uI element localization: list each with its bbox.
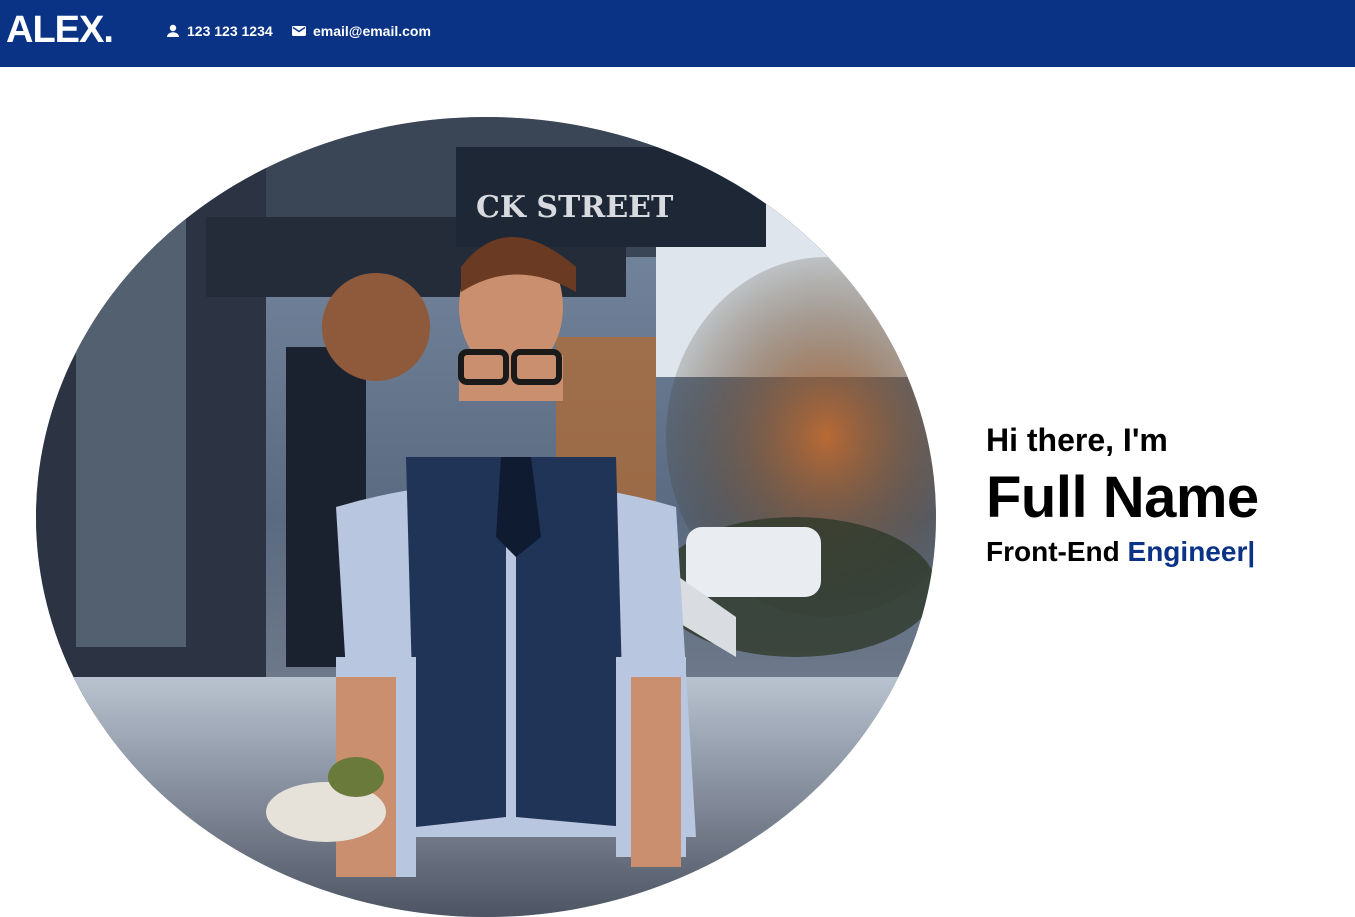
hero-intro: Hi there, I'm Full Name Front-End Engine… <box>986 420 1259 570</box>
role-line: Front-End Engineer| <box>986 534 1259 570</box>
phone-number: 123 123 1234 <box>187 23 273 39</box>
email-contact[interactable]: email@email.com <box>291 22 431 40</box>
full-name-heading: Full Name <box>986 465 1259 530</box>
role-prefix: Front-End <box>986 536 1120 567</box>
logo[interactable]: ALEX. <box>6 8 114 52</box>
svg-text:CK STREET: CK STREET <box>476 190 674 225</box>
role-highlight: Engineer| <box>1127 536 1256 567</box>
top-navbar: ALEX. 123 123 1234 email@email.com <box>0 0 1355 67</box>
email-address: email@email.com <box>313 23 431 39</box>
mail-icon <box>291 23 307 39</box>
profile-photo: CK STREET <box>36 117 936 917</box>
phone-contact[interactable]: 123 123 1234 <box>165 22 273 40</box>
person-icon <box>165 23 181 39</box>
greeting-text: Hi there, I'm <box>986 422 1168 458</box>
